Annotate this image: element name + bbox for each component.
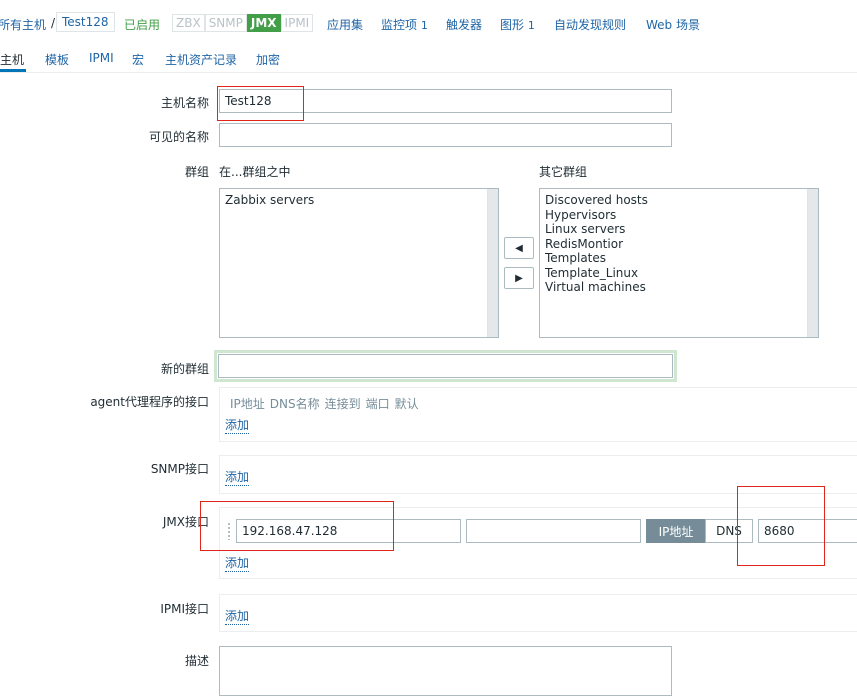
graphs-link[interactable]: 图形 1	[500, 16, 535, 33]
web-scenarios-link[interactable]: Web 场景	[646, 16, 700, 33]
active-tab-indicator	[0, 69, 26, 72]
other-groups-label: 其它群组	[539, 165, 588, 179]
other-groups-listbox[interactable]: Discovered hosts Hypervisors Linux serve…	[539, 188, 819, 338]
snmp-interfaces-label: SNMP接口	[150, 462, 209, 476]
availability-snmp: SNMP	[204, 14, 247, 32]
agent-interfaces-label: agent代理程序的接口	[90, 395, 209, 409]
add-agent-interface-link[interactable]: 添加	[225, 416, 250, 434]
description-label: 描述	[184, 654, 209, 668]
agent-interfaces-panel: IP地址 DNS名称 连接到 端口 默认 添加	[219, 387, 857, 442]
other-groups-scrollbar[interactable]	[807, 189, 818, 337]
tab-macros[interactable]: 宏	[132, 51, 144, 68]
jmx-interfaces-label: JMX接口	[162, 515, 209, 529]
tab-host[interactable]: 主机	[0, 51, 24, 68]
all-hosts-link[interactable]: 所有主机	[0, 16, 46, 33]
availability-jmx: JMX	[246, 14, 281, 32]
in-groups-scrollbar[interactable]	[487, 189, 498, 337]
other-group-item[interactable]: Templates	[545, 251, 813, 266]
triangle-left-icon: ◀	[515, 242, 523, 254]
highlight-jmx-port	[737, 486, 825, 566]
discovery-rules-link[interactable]: 自动发现规则	[554, 16, 626, 33]
triggers-link[interactable]: 触发器	[446, 16, 482, 33]
current-host-crumb[interactable]: Test128	[56, 12, 115, 32]
triangle-right-icon: ▶	[515, 272, 523, 284]
jmx-dns-input[interactable]	[466, 519, 641, 543]
new-group-input[interactable]	[218, 354, 673, 378]
items-link[interactable]: 监控项 1	[381, 16, 428, 33]
availability-badges: ZBX SNMP JMX IPMI	[172, 14, 314, 32]
in-groups-label: 在...群组之中	[219, 165, 291, 179]
move-right-button[interactable]: ▶	[504, 267, 534, 289]
graphs-count: 1	[527, 19, 535, 32]
tab-ipmi[interactable]: IPMI	[89, 51, 114, 65]
host-name-label: 主机名称	[160, 96, 209, 110]
new-group-label: 新的群组	[160, 362, 209, 376]
other-group-item[interactable]: Template_Linux	[545, 266, 813, 281]
other-group-item[interactable]: Linux servers	[545, 222, 813, 237]
column-default: 默认	[394, 397, 419, 411]
applications-link[interactable]: 应用集	[327, 16, 363, 33]
jmx-connect-ip-button[interactable]: IP地址	[646, 519, 706, 543]
highlight-host-name	[217, 86, 304, 121]
move-left-button[interactable]: ◀	[504, 237, 534, 259]
breadcrumb-separator: /	[51, 16, 56, 30]
ipmi-interfaces-label: IPMI接口	[160, 602, 209, 616]
in-group-item[interactable]: Zabbix servers	[225, 193, 493, 208]
items-count: 1	[420, 19, 428, 32]
add-snmp-interface-link[interactable]: 添加	[225, 468, 250, 486]
availability-zbx: ZBX	[172, 14, 205, 32]
column-ip: IP地址	[230, 397, 265, 411]
other-group-item[interactable]: Virtual machines	[545, 280, 813, 295]
other-group-item[interactable]: Discovered hosts	[545, 193, 813, 208]
tab-encryption[interactable]: 加密	[256, 51, 280, 68]
groups-label: 群组	[184, 165, 209, 179]
tab-templates[interactable]: 模板	[45, 51, 69, 68]
availability-ipmi: IPMI	[280, 14, 314, 32]
in-groups-listbox[interactable]: Zabbix servers	[219, 188, 499, 338]
column-port: 端口	[365, 397, 390, 411]
highlight-jmx-ip	[200, 501, 394, 551]
agent-columns-header: IP地址 DNS名称 连接到 端口 默认	[230, 395, 419, 412]
host-nav-bar: 所有主机 / Test128 已启用 ZBX SNMP JMX IPMI 应用集…	[0, 0, 857, 44]
description-textarea[interactable]	[219, 646, 672, 696]
add-ipmi-interface-link[interactable]: 添加	[225, 607, 250, 625]
other-group-item[interactable]: RedisMontior	[545, 237, 813, 252]
column-connect: 连接到	[324, 397, 361, 411]
ipmi-interfaces-panel: 添加	[219, 594, 857, 632]
other-group-item[interactable]: Hypervisors	[545, 208, 813, 223]
tab-inventory[interactable]: 主机资产记录	[165, 51, 237, 68]
visible-name-input[interactable]	[219, 123, 672, 147]
column-dns: DNS名称	[269, 397, 320, 411]
visible-name-label: 可见的名称	[148, 130, 209, 144]
form-tabs: 主机 模板 IPMI 宏 主机资产记录 加密	[0, 44, 857, 73]
add-jmx-interface-link[interactable]: 添加	[225, 554, 250, 572]
status-enabled[interactable]: 已启用	[124, 16, 160, 33]
